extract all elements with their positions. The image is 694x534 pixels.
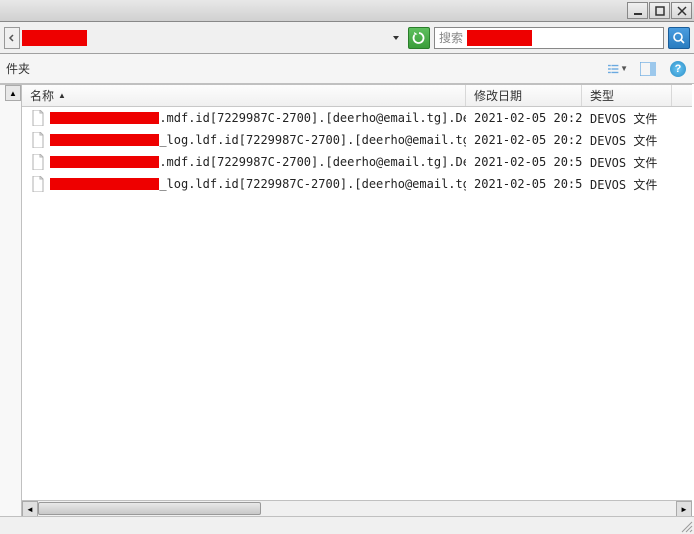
- search-label: 搜索: [439, 29, 463, 46]
- column-header-name[interactable]: 名称▲: [22, 85, 466, 106]
- history-dropdown-icon[interactable]: [388, 28, 404, 48]
- file-name-redacted: xxxxxxxxxx_2020: [50, 156, 159, 168]
- status-bar: [0, 516, 694, 534]
- file-name-redacted: xxxxxxxxxx_2020: [50, 178, 159, 190]
- navigation-pane[interactable]: ▲: [0, 85, 22, 516]
- help-icon: ?: [670, 61, 686, 77]
- file-name-suffix: _log.ldf.id[7229987C-2700].[deerho@email…: [159, 133, 466, 147]
- file-name-redacted: xxxxxxxxxx_2013: [50, 134, 159, 146]
- scroll-right-icon[interactable]: ►: [676, 501, 692, 517]
- help-button[interactable]: ?: [668, 59, 688, 79]
- scrollbar-thumb[interactable]: [38, 502, 261, 515]
- file-type-cell: DEVOS 文件: [582, 132, 672, 149]
- sidebar-title: 件夹: [6, 60, 30, 77]
- file-name-cell: xxxxxxxxxx_2020.mdf.id[7229987C-2700].[d…: [22, 154, 466, 170]
- file-icon: [30, 132, 46, 148]
- file-name-cell: xxxxxxxxxx_2013_log.ldf.id[7229987C-2700…: [22, 132, 466, 148]
- scroll-left-icon[interactable]: ◄: [22, 501, 38, 517]
- file-date-cell: 2021-02-05 20:27: [466, 133, 582, 147]
- window-titlebar: [0, 0, 694, 22]
- breadcrumb[interactable]: 20210205: [4, 27, 87, 49]
- file-date-cell: 2021-02-05 20:56: [466, 155, 582, 169]
- column-header-row: 名称▲ 修改日期 类型: [22, 85, 692, 107]
- view-options-button[interactable]: ▼: [608, 59, 628, 79]
- minimize-button[interactable]: [627, 2, 648, 19]
- toolbar: 件夹 ▼ ?: [0, 54, 694, 84]
- maximize-button[interactable]: [649, 2, 670, 19]
- file-type-cell: DEVOS 文件: [582, 110, 672, 127]
- table-row[interactable]: xxxxxxxxxx_2020.mdf.id[7229987C-2700].[d…: [22, 151, 692, 173]
- file-icon: [30, 154, 46, 170]
- table-row[interactable]: xxxxxxxxxx_2013_log.ldf.id[7229987C-2700…: [22, 129, 692, 151]
- search-button[interactable]: [668, 27, 690, 49]
- search-term: 20210205: [467, 30, 532, 46]
- scrollbar-track[interactable]: [38, 501, 676, 516]
- file-date-cell: 2021-02-05 20:27: [466, 111, 582, 125]
- file-name-suffix: _log.ldf.id[7229987C-2700].[deerho@email…: [159, 177, 466, 191]
- file-name-cell: xxxxxxxxxx_2020_log.ldf.id[7229987C-2700…: [22, 176, 466, 192]
- file-name-suffix: .mdf.id[7229987C-2700].[deerho@email.tg]…: [159, 155, 466, 169]
- search-input[interactable]: 搜索 20210205: [434, 27, 664, 49]
- resize-grip-icon[interactable]: [679, 519, 693, 533]
- address-bar: 20210205 搜索 20210205: [0, 22, 694, 54]
- refresh-button[interactable]: [408, 27, 430, 49]
- scroll-up-icon[interactable]: ▲: [5, 85, 21, 101]
- breadcrumb-back-icon[interactable]: [4, 27, 20, 49]
- file-icon: [30, 176, 46, 192]
- preview-pane-button[interactable]: [638, 59, 658, 79]
- file-name-suffix: .mdf.id[7229987C-2700].[deerho@email.tg]…: [159, 111, 466, 125]
- horizontal-scrollbar[interactable]: ◄ ►: [22, 500, 692, 516]
- file-icon: [30, 110, 46, 126]
- content-area: ▲ 名称▲ 修改日期 类型 xxxxxxxxxx_2013.mdf.id[722…: [0, 84, 692, 516]
- table-row[interactable]: xxxxxxxxxx_2020_log.ldf.id[7229987C-2700…: [22, 173, 692, 195]
- file-name-cell: xxxxxxxxxx_2013.mdf.id[7229987C-2700].[d…: [22, 110, 466, 126]
- breadcrumb-segment[interactable]: 20210205: [22, 30, 87, 46]
- column-header-date[interactable]: 修改日期: [466, 85, 582, 106]
- file-date-cell: 2021-02-05 20:57: [466, 177, 582, 191]
- table-row[interactable]: xxxxxxxxxx_2013.mdf.id[7229987C-2700].[d…: [22, 107, 692, 129]
- sort-asc-icon: ▲: [58, 91, 66, 100]
- file-type-cell: DEVOS 文件: [582, 154, 672, 171]
- file-name-redacted: xxxxxxxxxx_2013: [50, 112, 159, 124]
- file-list: 名称▲ 修改日期 类型 xxxxxxxxxx_2013.mdf.id[72299…: [22, 85, 692, 516]
- chevron-down-icon: ▼: [620, 64, 628, 73]
- column-header-type[interactable]: 类型: [582, 85, 672, 106]
- file-type-cell: DEVOS 文件: [582, 176, 672, 193]
- close-button[interactable]: [671, 2, 692, 19]
